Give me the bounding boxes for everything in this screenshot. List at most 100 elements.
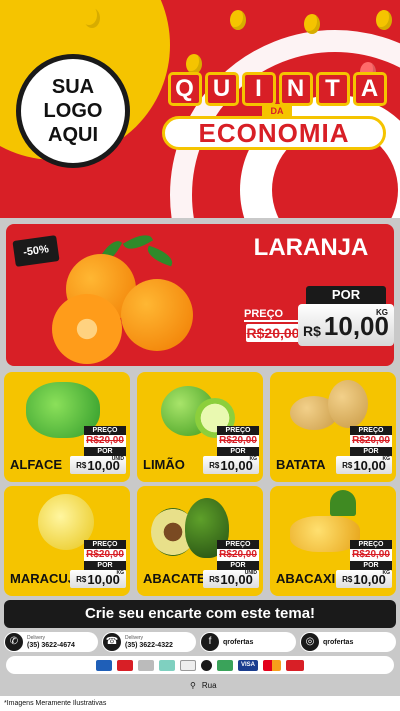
logo-line: SUA bbox=[51, 76, 95, 98]
unit-label: KG bbox=[382, 570, 391, 576]
card-icon bbox=[286, 659, 304, 671]
price-value: 10,00 bbox=[353, 457, 386, 473]
payment-methods: VISA bbox=[6, 656, 394, 674]
price-value: 10,00 bbox=[87, 571, 120, 587]
old-price: R$20,00 bbox=[84, 435, 126, 447]
cta-button[interactable]: Crie seu encarte com este tema! bbox=[4, 600, 396, 628]
logo-line: AQUI bbox=[48, 124, 98, 146]
product-card[interactable]: BATATA PREÇO R$20,00 POR R$ 10,00 KG bbox=[270, 372, 396, 482]
balloon-icon bbox=[186, 54, 202, 74]
preco-label: PREÇO bbox=[84, 540, 126, 549]
currency: R$ bbox=[76, 460, 87, 470]
balloon-icon bbox=[230, 10, 246, 30]
contact-whatsapp[interactable]: ✆ Delivery (35) 3622-4674 bbox=[4, 632, 98, 652]
footnote: *Imagens Meramente Ilustrativas bbox=[0, 696, 400, 711]
product-card[interactable]: ABACAXI PREÇO R$20,00 POR R$ 10,00 KG bbox=[270, 486, 396, 596]
logo-placeholder: SUA LOGO AQUI bbox=[16, 54, 130, 168]
card-icon bbox=[95, 659, 112, 671]
currency: R$ bbox=[76, 574, 87, 584]
price-box: PREÇO R$20,00 POR R$ 10,00 KG bbox=[203, 426, 259, 474]
preco-label: PREÇO bbox=[217, 540, 259, 549]
title-economia: ECONOMIA bbox=[162, 116, 386, 150]
preco-label: PREÇO bbox=[217, 426, 259, 435]
unit-label: UNID bbox=[111, 456, 124, 462]
product-name: ALFACE bbox=[10, 457, 62, 472]
address-text: Rua bbox=[201, 680, 217, 690]
currency: R$ bbox=[303, 323, 321, 339]
product-name: ABACATE bbox=[143, 571, 206, 586]
currency: R$ bbox=[342, 574, 353, 584]
product-card[interactable]: LIMÃO PREÇO R$20,00 POR R$ 10,00 KG bbox=[137, 372, 263, 482]
contact-facebook[interactable]: f qrofertas bbox=[200, 632, 296, 652]
logo-line: LOGO bbox=[43, 100, 103, 122]
new-price: R$ 10,00 KG bbox=[70, 570, 126, 588]
old-price: R$20,00 bbox=[246, 324, 300, 342]
contact-value: (35) 3622-4674 bbox=[27, 641, 75, 649]
pix-icon bbox=[158, 659, 175, 671]
card-icon bbox=[200, 659, 212, 671]
title-letter: A bbox=[352, 72, 387, 106]
preco-label: PREÇO bbox=[84, 426, 126, 435]
preco-label: PREÇO bbox=[350, 540, 392, 549]
unit-label: UNID bbox=[244, 570, 257, 576]
por-label: POR bbox=[350, 561, 392, 570]
product-card[interactable]: ABACATE PREÇO R$20,00 POR R$ 10,00 UNID bbox=[137, 486, 263, 596]
title-letter: I bbox=[241, 72, 276, 106]
whatsapp-icon: ✆ bbox=[5, 633, 23, 651]
phone-icon: ☎ bbox=[103, 633, 121, 651]
header-banner: SUA LOGO AQUI Q U I N T A DA ECONOMIA bbox=[0, 0, 400, 218]
old-price: R$20,00 bbox=[217, 435, 259, 447]
new-price: R$ 10,00 KG bbox=[298, 304, 394, 346]
contact-instagram[interactable]: ◎ qrofertas bbox=[300, 632, 396, 652]
location-pin-icon: ⚲ bbox=[190, 680, 196, 690]
product-name: ABACAXI bbox=[276, 571, 336, 586]
price-value: 10,00 bbox=[220, 457, 253, 473]
leaf-icon bbox=[144, 245, 176, 267]
por-label: POR bbox=[217, 561, 259, 570]
balloon-icon bbox=[304, 14, 320, 34]
new-price: R$ 10,00 KG bbox=[336, 456, 392, 474]
currency: R$ bbox=[209, 460, 220, 470]
visa-icon: VISA bbox=[237, 659, 258, 671]
facebook-icon: f bbox=[201, 633, 219, 651]
instagram-icon: ◎ bbox=[301, 633, 319, 651]
price-box: PREÇO R$20,00 POR R$ 10,00 KG bbox=[336, 426, 392, 474]
currency: R$ bbox=[209, 574, 220, 584]
product-name: BATATA bbox=[276, 457, 326, 472]
old-price: R$20,00 bbox=[84, 549, 126, 561]
old-price: R$20,00 bbox=[217, 549, 259, 561]
price-value: 10,00 bbox=[353, 571, 386, 587]
title-letter: N bbox=[278, 72, 313, 106]
title-letter: Q bbox=[167, 72, 202, 106]
currency: R$ bbox=[342, 460, 353, 470]
contact-value: (35) 3622-4322 bbox=[125, 641, 173, 649]
new-price: R$ 10,00 UNID bbox=[203, 570, 259, 588]
por-label: POR bbox=[350, 447, 392, 456]
product-card[interactable]: MARACUJÁ PREÇO R$20,00 POR R$ 10,00 KG bbox=[4, 486, 130, 596]
unit-label: KG bbox=[382, 456, 391, 462]
contact-value: qrofertas bbox=[323, 638, 354, 646]
product-card[interactable]: ALFACE PREÇO R$20,00 POR R$ 10,00 UNID bbox=[4, 372, 130, 482]
new-price: R$ 10,00 UNID bbox=[70, 456, 126, 474]
title-quinta: Q U I N T A bbox=[166, 72, 388, 106]
old-price: R$20,00 bbox=[350, 435, 392, 447]
por-label: POR bbox=[217, 447, 259, 456]
preco-label: PREÇO bbox=[244, 308, 298, 322]
card-icon bbox=[216, 659, 233, 671]
unit-label: KG bbox=[376, 308, 388, 317]
product-name: LIMÃO bbox=[143, 457, 185, 472]
pineapple-crown-icon bbox=[330, 490, 356, 516]
featured-name: LARANJA bbox=[253, 234, 369, 261]
title-letter: T bbox=[315, 72, 350, 106]
contact-value: qrofertas bbox=[223, 638, 254, 646]
contact-phone[interactable]: ☎ Delivery (35) 3622-4322 bbox=[102, 632, 196, 652]
featured-product-card[interactable]: -50% LARANJA PREÇO R$20,00 POR R$ 10,00 … bbox=[6, 224, 394, 366]
price-box: PREÇO R$20,00 POR R$ 10,00 UNID bbox=[203, 540, 259, 588]
orange-half-icon bbox=[52, 294, 122, 364]
card-icon bbox=[116, 659, 133, 671]
new-price: R$ 10,00 KG bbox=[203, 456, 259, 474]
por-label: POR bbox=[84, 561, 126, 570]
old-price: R$20,00 bbox=[350, 549, 392, 561]
preco-label: PREÇO bbox=[350, 426, 392, 435]
unit-label: KG bbox=[249, 456, 258, 462]
